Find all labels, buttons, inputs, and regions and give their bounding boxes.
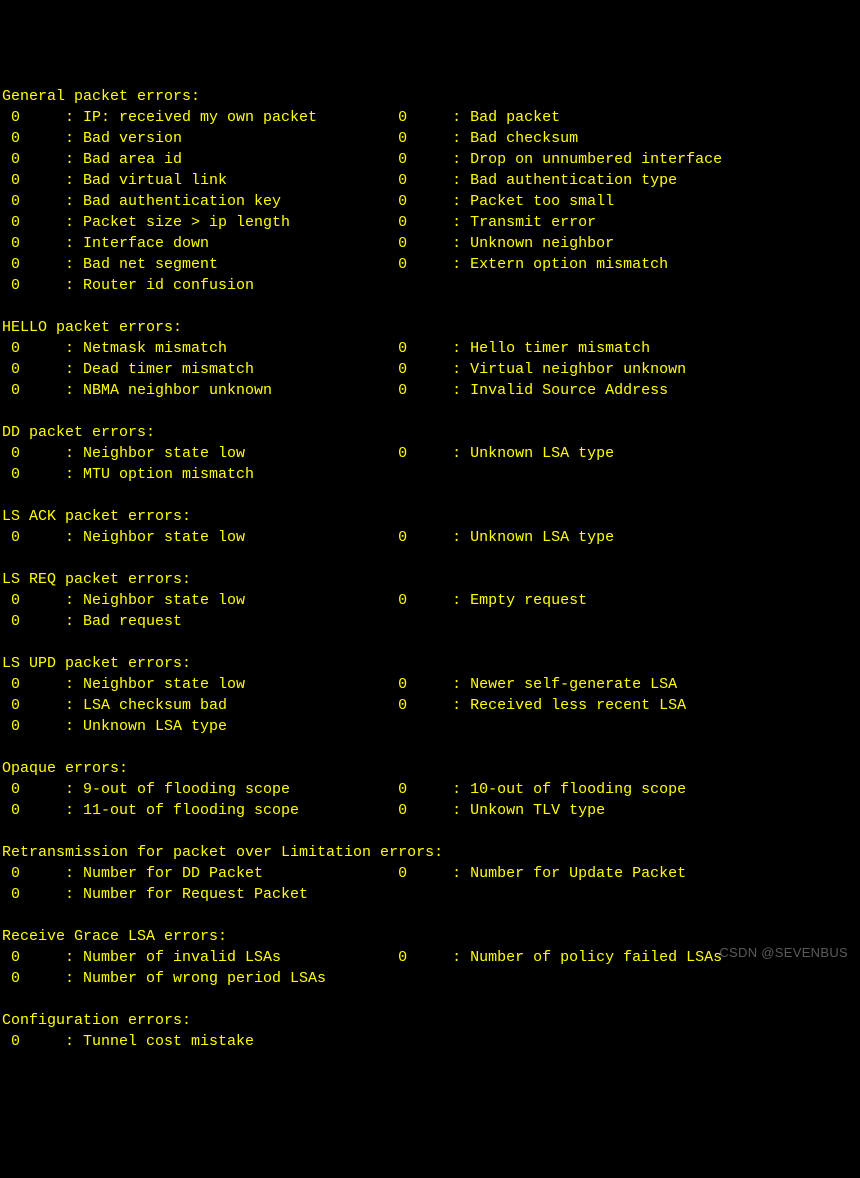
terminal-output: General packet errors: 0 : IP: received … bbox=[2, 86, 860, 1052]
watermark: CSDN @SEVENBUS bbox=[719, 942, 848, 963]
